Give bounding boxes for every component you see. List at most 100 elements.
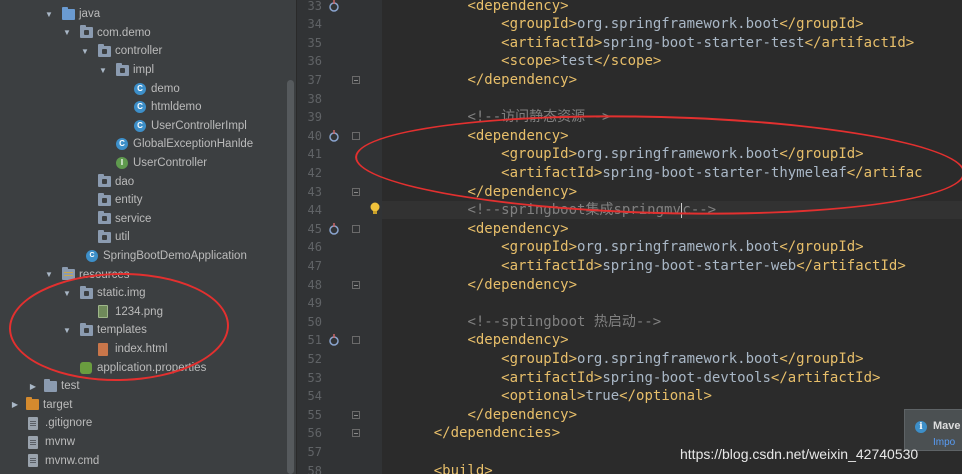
fold-end-icon[interactable] (352, 429, 360, 438)
code-line-45[interactable]: <dependency> (467, 220, 568, 239)
chevron-down-icon[interactable]: ▼ (80, 47, 90, 56)
chevron-down-icon[interactable]: ▼ (62, 326, 72, 335)
maven-override-icon[interactable] (328, 334, 340, 347)
tree-item-label: demo (151, 82, 180, 95)
fold-start-icon[interactable] (352, 131, 360, 140)
code-editor[interactable]: <dependency> <groupId>org.springframework… (382, 0, 962, 474)
tree-item-mvnw-cmd[interactable]: mvnw.cmd (0, 451, 284, 470)
fold-start-icon[interactable] (352, 336, 360, 345)
code-line-33[interactable]: <dependency> (467, 0, 568, 15)
code-line-52[interactable]: <groupId>org.springframework.boot</group… (501, 350, 863, 369)
chevron-down-icon[interactable]: ▼ (98, 66, 108, 75)
chevron-down-icon[interactable]: ▼ (62, 28, 72, 37)
excluded-folder-icon (26, 397, 39, 411)
tree-item-util[interactable]: util (0, 228, 284, 247)
maven-override-icon[interactable] (328, 0, 340, 12)
tree-item-label: impl (133, 64, 155, 77)
code-line-35[interactable]: <artifactId>spring-boot-starter-test</ar… (501, 34, 914, 53)
code-line-54[interactable]: <optional>true</optional> (501, 387, 712, 406)
package-icon (80, 322, 93, 336)
tree-item-mvnw[interactable]: mvnw (0, 433, 284, 452)
code-line-42[interactable]: <artifactId>spring-boot-starter-thymelea… (501, 164, 922, 183)
code-line-46[interactable]: <groupId>org.springframework.boot</group… (501, 238, 863, 257)
xml-tag: </artifactId> (770, 369, 881, 386)
tree-item-label: static.img (97, 287, 146, 300)
code-line-58[interactable]: <build> (434, 462, 493, 474)
fold-start-icon[interactable] (352, 224, 360, 233)
tree-item-templates[interactable]: ▼ templates (0, 321, 284, 340)
class-icon: C (134, 119, 146, 132)
xml-tag: <artifactId> (501, 257, 603, 274)
tree-item-label: UserControllerImpl (151, 119, 247, 132)
maven-notification[interactable]: i Mave Impo (904, 409, 962, 451)
tree-item-1234-png[interactable]: 1234.png (0, 303, 284, 322)
folder-icon (44, 378, 57, 392)
tree-item-htmldemo[interactable]: Chtmldemo (0, 98, 284, 117)
chevron-right-icon[interactable]: ▶ (28, 382, 38, 391)
xml-tag: </dependency> (467, 406, 578, 423)
code-line-48[interactable]: </dependency> (467, 276, 577, 295)
xml-tag: </dependency> (467, 71, 578, 88)
tree-item-service[interactable]: service (0, 210, 284, 229)
tree-item-impl[interactable]: ▼ impl (0, 61, 284, 80)
code-line-34[interactable]: <groupId>org.springframework.boot</group… (501, 15, 863, 34)
tree-item-demo[interactable]: Cdemo (0, 79, 284, 98)
code-line-44[interactable]: <!--springboot集成springmv c--> (467, 201, 716, 220)
tree-item-springbootdemoapplication[interactable]: C SpringBootDemoApplication (0, 247, 284, 266)
maven-override-icon[interactable] (328, 222, 340, 235)
tree-item-globalexceptionhanlde[interactable]: C GlobalExceptionHanlde (0, 135, 284, 154)
xml-tag: </scope> (593, 53, 662, 70)
maven-override-icon[interactable] (328, 129, 340, 142)
fold-end-icon[interactable] (352, 75, 360, 84)
code-line-37[interactable]: </dependency> (467, 71, 577, 90)
tree-item-usercontroller[interactable]: I UserController (0, 154, 284, 173)
tree-item-label: mvnw.cmd (45, 454, 100, 467)
fold-end-icon[interactable] (352, 280, 360, 289)
xml-tag: <artifactId> (501, 34, 603, 51)
chevron-down-icon[interactable]: ▼ (44, 10, 54, 19)
tree-item-index-html[interactable]: index.html (0, 340, 284, 359)
tree-item-test[interactable]: ▶ test (0, 377, 284, 396)
chevron-down-icon[interactable]: ▼ (44, 270, 54, 279)
xml-tag: <groupId> (501, 350, 578, 367)
fold-end-icon[interactable] (352, 410, 360, 419)
tree-item-com-demo[interactable]: ▼ com.demo (0, 24, 284, 43)
tree-item-java[interactable]: ▼ java (0, 5, 284, 24)
tree-item--gitignore[interactable]: .gitignore (0, 414, 284, 433)
line-number: 45 (307, 221, 322, 236)
tree-item-controller[interactable]: ▼ controller (0, 42, 284, 61)
code-line-40[interactable]: <dependency> (467, 127, 568, 146)
code-line-43[interactable]: </dependency> (467, 183, 577, 202)
tree-scrollbar-thumb[interactable] (287, 80, 294, 474)
code-line-53[interactable]: <artifactId>spring-boot-devtools</artifa… (501, 369, 880, 388)
lightbulb-icon[interactable] (369, 202, 381, 216)
code-line-36[interactable]: <scope>test</scope> (501, 52, 661, 71)
xml-tag: </dependency> (467, 183, 578, 200)
tree-item-label: index.html (115, 343, 168, 356)
tree-item-dao[interactable]: dao (0, 172, 284, 191)
chevron-right-icon[interactable]: ▶ (10, 400, 20, 409)
tree-item-entity[interactable]: entity (0, 191, 284, 210)
xml-tag: <artifactId> (501, 164, 603, 181)
notification-import-link[interactable]: Impo (933, 437, 955, 448)
code-line-47[interactable]: <artifactId>spring-boot-starter-web</art… (501, 257, 906, 276)
code-line-39[interactable]: <!--访问静态资源--> (467, 108, 610, 127)
code-line-51[interactable]: <dependency> (467, 331, 568, 350)
tree-item-label: resources (79, 268, 130, 281)
tree-item-static-img[interactable]: ▼ static.img (0, 284, 284, 303)
code-line-55[interactable]: </dependency> (467, 406, 577, 425)
code-line-56[interactable]: </dependencies> (434, 424, 560, 443)
code-line-50[interactable]: <!--sptingboot 热启动--> (467, 313, 661, 332)
line-number: 56 (307, 426, 322, 441)
xml-text: spring-boot-starter-test (602, 34, 805, 51)
tree-item-target[interactable]: ▶ target (0, 396, 284, 415)
xml-text: test (560, 53, 594, 70)
tree-item-resources[interactable]: ▼ resources (0, 265, 284, 284)
chevron-down-icon[interactable]: ▼ (62, 289, 72, 298)
fold-end-icon[interactable] (352, 187, 360, 196)
tree-item-application-properties[interactable]: application.properties (0, 358, 284, 377)
line-number: 40 (307, 128, 322, 143)
code-line-41[interactable]: <groupId>org.springframework.boot</group… (501, 145, 863, 164)
tree-item-usercontrollerimpl[interactable]: C UserControllerImpl (0, 117, 284, 136)
editor-gutter: 33 34 35 36 37 38 39 40 41 42 43 44 45 46 47 48 49 50 51 52… (296, 0, 382, 474)
